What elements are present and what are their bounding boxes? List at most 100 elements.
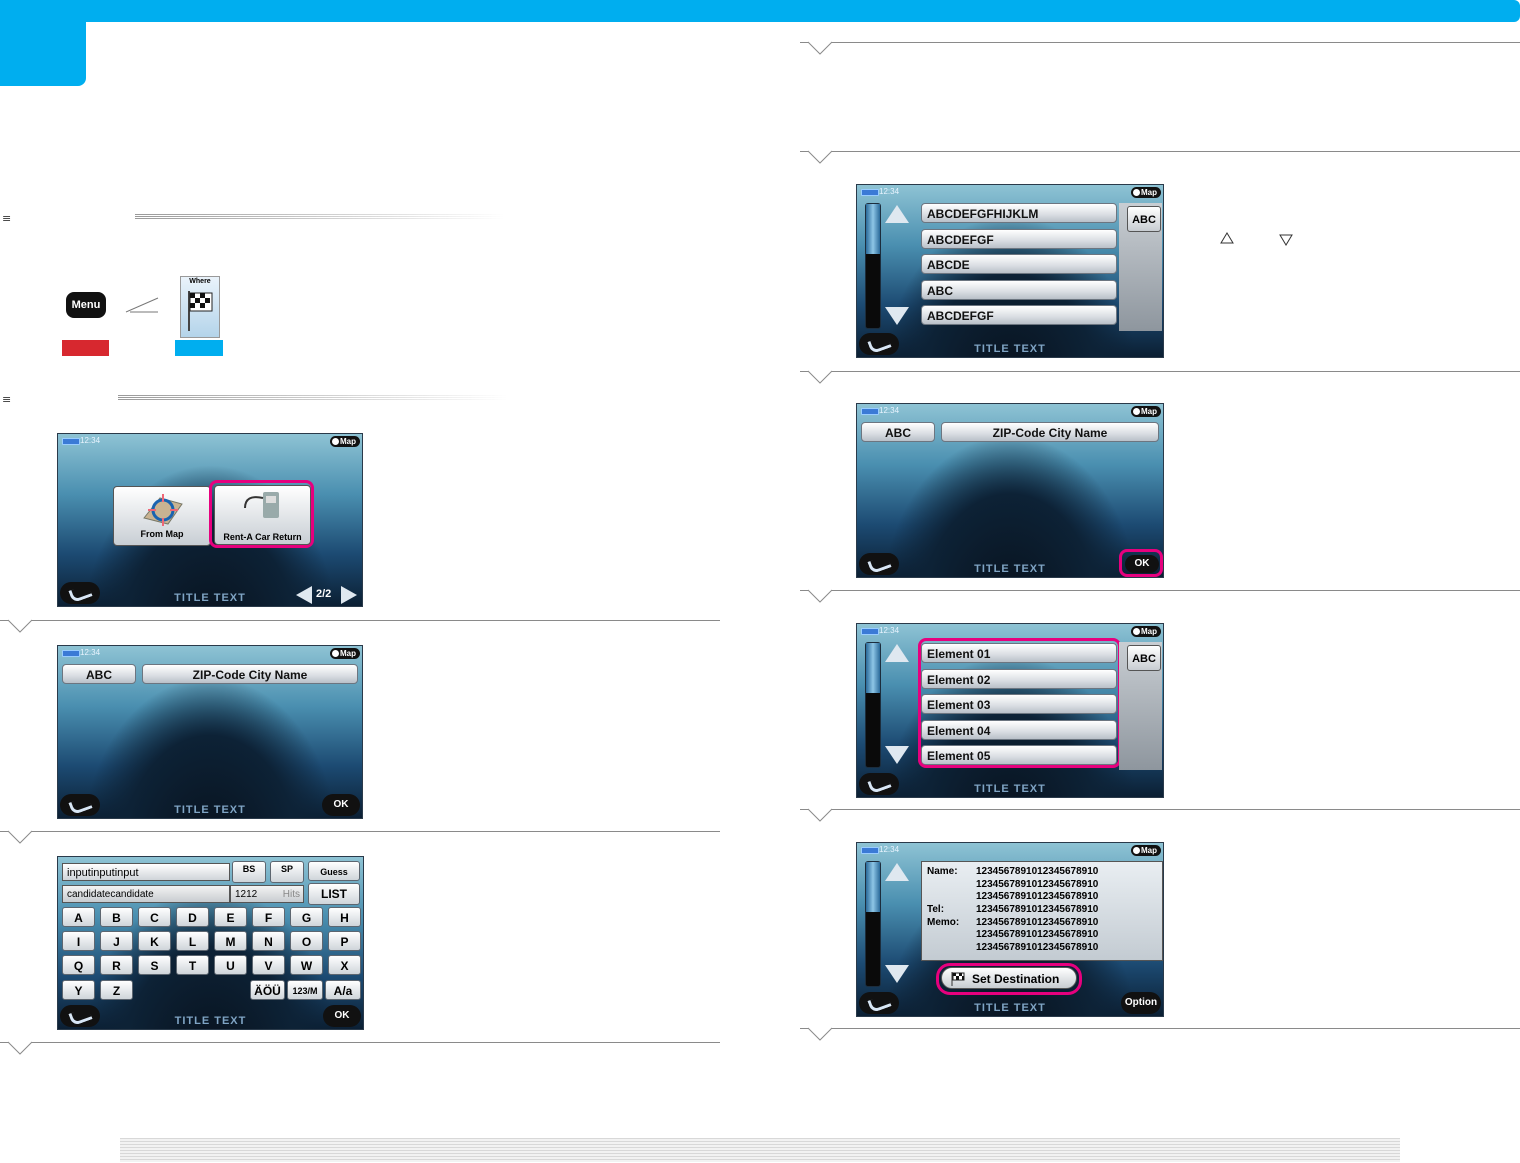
map-button[interactable]: Map <box>1131 406 1161 417</box>
screen-title: TITLE TEXT <box>974 783 1046 795</box>
key-m[interactable]: M <box>214 931 247 951</box>
tel-label: Tel: <box>927 904 945 915</box>
abc-button[interactable]: ABC <box>861 422 935 442</box>
key-w[interactable]: W <box>290 955 323 975</box>
checkered-flag-icon <box>951 972 965 986</box>
backspace-key[interactable]: BS <box>232 861 266 883</box>
key-q[interactable]: Q <box>62 955 95 975</box>
step-divider <box>800 809 1520 810</box>
option-button[interactable]: Option <box>1121 992 1161 1014</box>
key-o[interactable]: O <box>290 931 323 951</box>
space-key[interactable]: SP <box>270 861 304 883</box>
scroll-thumb[interactable] <box>866 643 880 693</box>
guess-key[interactable]: Guess <box>308 861 360 881</box>
map-button[interactable]: Map <box>330 436 360 447</box>
key-u[interactable]: U <box>214 955 247 975</box>
key-d[interactable]: D <box>176 907 209 927</box>
blue-marker <box>175 340 223 356</box>
list-item[interactable]: ABC <box>921 280 1117 300</box>
list-item[interactable]: ABCDEFGFHIJKLM <box>921 203 1117 223</box>
checkered-flag-icon <box>188 291 213 331</box>
key-s[interactable]: S <box>138 955 171 975</box>
key-t[interactable]: T <box>176 955 209 975</box>
set-destination-label: Set Destination <box>972 972 1060 986</box>
clock-time: 12:34 <box>879 845 900 854</box>
key-y[interactable]: Y <box>62 980 95 1000</box>
battery-icon <box>861 847 879 854</box>
hits-label: Hits <box>282 889 300 900</box>
map-button[interactable]: Map <box>330 648 360 659</box>
map-target-icon <box>143 494 183 526</box>
scroll-up-icon[interactable] <box>885 205 909 223</box>
scroll-thumb[interactable] <box>866 862 880 912</box>
key-p[interactable]: P <box>328 931 361 951</box>
text-input[interactable]: inputinputinput <box>62 863 230 881</box>
abc-search-button[interactable]: ABC <box>1127 206 1161 232</box>
scrollbar[interactable] <box>865 642 881 768</box>
device-screen-zip-selection: 12:34 Map ABC ZIP-Code City Name TITLE T… <box>57 645 363 819</box>
key-a[interactable]: A <box>62 907 95 927</box>
number-mode-key[interactable]: 123/M <box>287 980 323 1000</box>
from-map-button[interactable]: From Map <box>113 486 211 546</box>
menu-button[interactable]: Menu <box>66 292 106 318</box>
zip-city-button[interactable]: ZIP-Code City Name <box>142 664 358 684</box>
list-item[interactable]: ABCDE <box>921 254 1117 274</box>
key-i[interactable]: I <box>62 931 95 951</box>
key-b[interactable]: B <box>100 907 133 927</box>
scroll-thumb[interactable] <box>866 204 880 254</box>
zip-city-button[interactable]: ZIP-Code City Name <box>941 422 1159 442</box>
scroll-up-icon[interactable] <box>885 644 909 662</box>
key-j[interactable]: J <box>100 931 133 951</box>
list-item[interactable]: ABCDEFGF <box>921 229 1117 249</box>
map-button[interactable]: Map <box>1131 845 1161 856</box>
key-e[interactable]: E <box>214 907 247 927</box>
umlaut-key[interactable]: ÄÖÜ <box>250 980 285 1000</box>
battery-icon <box>861 189 879 196</box>
key-k[interactable]: K <box>138 931 171 951</box>
key-r[interactable]: R <box>100 955 133 975</box>
section-heading-rule <box>135 214 505 219</box>
map-button[interactable]: Map <box>1131 187 1161 198</box>
key-f[interactable]: F <box>252 907 285 927</box>
list-key[interactable]: LIST <box>308 883 360 905</box>
battery-icon <box>62 438 80 445</box>
key-v[interactable]: V <box>252 955 285 975</box>
fuel-pump-icon <box>244 492 279 518</box>
abc-search-button[interactable]: ABC <box>1127 645 1161 671</box>
key-h[interactable]: H <box>328 907 361 927</box>
key-z[interactable]: Z <box>100 980 133 1000</box>
memo-label: Memo: <box>927 917 960 928</box>
scroll-down-icon[interactable] <box>885 746 909 764</box>
prev-page-icon[interactable] <box>294 584 314 606</box>
case-toggle-key[interactable]: A/a <box>325 980 361 1000</box>
scrollbar[interactable] <box>865 861 881 987</box>
key-l[interactable]: L <box>176 931 209 951</box>
set-destination-button[interactable]: Set Destination <box>941 967 1077 989</box>
detail-line: 1234567891012345678910 <box>976 904 1099 915</box>
ok-button[interactable]: OK <box>322 794 360 816</box>
key-c[interactable]: C <box>138 907 171 927</box>
device-screen-zip-ok: 12:34 Map ABC ZIP-Code City Name TITLE T… <box>856 403 1164 578</box>
key-x[interactable]: X <box>328 955 361 975</box>
candidate-field: candidatecandidate <box>62 885 230 903</box>
map-button[interactable]: Map <box>1131 626 1161 637</box>
key-g[interactable]: G <box>290 907 323 927</box>
key-n[interactable]: N <box>252 931 285 951</box>
battery-icon <box>861 408 879 415</box>
rent-a-car-return-label: Rent-A Car Return <box>223 532 302 542</box>
where-to-button[interactable]: Where <box>180 276 220 338</box>
step-divider <box>800 42 1520 43</box>
scrollbar[interactable] <box>865 203 881 329</box>
next-page-icon[interactable] <box>339 584 359 606</box>
clock-time: 12:34 <box>879 626 900 635</box>
list-item[interactable]: ABCDEFGF <box>921 305 1117 325</box>
scroll-down-icon[interactable] <box>885 965 909 983</box>
scroll-up-icon[interactable] <box>885 863 909 881</box>
device-screen-details: 12:34 Map Name: Tel: Memo: 1234567891012… <box>856 842 1164 1017</box>
abc-button[interactable]: ABC <box>62 664 136 684</box>
scroll-down-icon[interactable] <box>885 307 909 325</box>
section-marker-icon: ≡ <box>2 212 12 225</box>
clock-time: 12:34 <box>879 187 900 196</box>
rent-a-car-return-button[interactable]: Rent-A Car Return <box>214 485 311 545</box>
ok-button[interactable]: OK <box>323 1005 361 1027</box>
